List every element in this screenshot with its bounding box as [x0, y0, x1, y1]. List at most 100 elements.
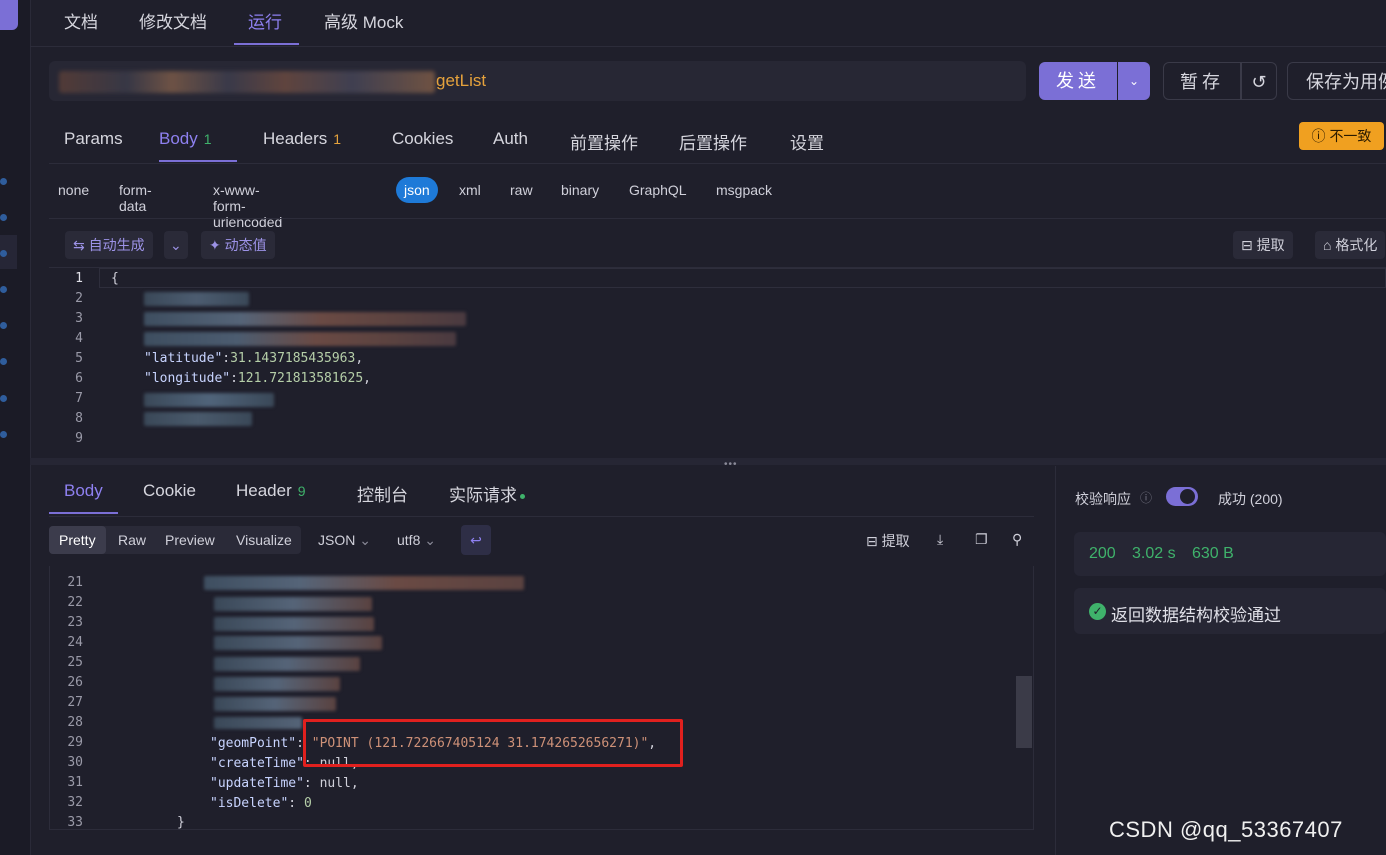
sidebar-dot-icon[interactable]	[0, 214, 7, 221]
copy-icon[interactable]: ❐	[975, 531, 988, 548]
zero-value: 0	[303, 796, 312, 811]
tab-params[interactable]: Params	[64, 129, 123, 149]
wrap-icon: ↩	[470, 532, 482, 548]
sidebar-dot-icon[interactable]	[0, 358, 7, 365]
resp-tab-cookie[interactable]: Cookie	[143, 481, 196, 501]
line-number: 6	[75, 371, 83, 386]
sidebar-dot-icon[interactable]	[0, 395, 7, 402]
encoding-select[interactable]: utf8 ⌄	[397, 532, 436, 549]
body-type-raw[interactable]: raw	[510, 182, 533, 198]
body-type-xml[interactable]: xml	[459, 182, 481, 198]
tab-run[interactable]: 运行	[248, 8, 282, 33]
tab-cookies[interactable]: Cookies	[392, 129, 453, 149]
line-number: 5	[75, 351, 83, 366]
tab-auth[interactable]: Auth	[493, 129, 528, 149]
validation-message: 返回数据结构校验通过	[1111, 606, 1281, 625]
reset-button[interactable]: ↺	[1241, 62, 1277, 100]
help-icon[interactable]: ⓘ	[1140, 489, 1152, 506]
response-extract-button[interactable]: ⊟ 提取	[866, 531, 910, 551]
latitude-value: 31.1437185435963	[230, 351, 356, 366]
body-type-form-data[interactable]: form-data	[119, 182, 152, 214]
auto-generate-label: 自动生成	[88, 237, 145, 253]
tab-edit-docs[interactable]: 修改文档	[139, 8, 207, 33]
word-wrap-button[interactable]: ↩	[461, 525, 491, 555]
format-button[interactable]: ⌂ 格式化	[1315, 231, 1386, 259]
line-number: 29	[67, 735, 83, 750]
watermark: CSDN @qq_53367407	[1109, 817, 1343, 842]
auto-generate-button[interactable]: ⇆ 自动生成	[65, 231, 153, 259]
view-preview[interactable]: Preview	[155, 526, 225, 554]
url-input[interactable]: getList	[49, 61, 1026, 101]
request-tab-bar: Params Body 1 Headers 1 Cookies Auth 前置操作 …	[49, 118, 1386, 164]
current-line-highlight	[99, 268, 1386, 288]
response-scrollbar[interactable]	[1016, 676, 1032, 748]
sidebar-dot-icon[interactable]	[0, 322, 7, 329]
magic-wand-icon: ✦	[209, 237, 225, 253]
line-number: 3	[75, 311, 83, 326]
line-number: 7	[75, 391, 83, 406]
tab-docs[interactable]: 文档	[64, 8, 98, 33]
tab-advanced-mock[interactable]: 高级 Mock	[324, 8, 403, 33]
body-count-badge: 1	[203, 131, 212, 147]
encoding-label: utf8	[397, 532, 421, 548]
latitude-key: "latitude"	[144, 351, 223, 366]
headers-count-badge: 1	[333, 131, 342, 147]
redacted-code	[214, 636, 382, 650]
code-latitude-line: "latitude":31.1437185435963,	[144, 351, 364, 366]
language-label: JSON	[318, 532, 356, 548]
sidebar-toggle-button[interactable]	[0, 0, 18, 30]
language-select[interactable]: JSON ⌄	[318, 532, 371, 549]
save-as-case-button[interactable]: 保存为用例	[1287, 62, 1386, 100]
sidebar-dot-icon[interactable]	[0, 286, 7, 293]
view-pretty[interactable]: Pretty	[49, 526, 106, 554]
line-number: 33	[67, 815, 83, 830]
redacted-code	[214, 597, 372, 611]
body-type-msgpack[interactable]: msgpack	[716, 182, 772, 198]
sidebar-dot-icon[interactable]	[0, 178, 7, 185]
response-tab-bar: Body Cookie Header 9 控制台 实际请求	[49, 468, 1034, 517]
extract-button[interactable]: ⊟ 提取	[1233, 231, 1293, 259]
search-icon[interactable]: ⚲	[1012, 531, 1022, 548]
redacted-code	[214, 677, 340, 691]
tab-headers[interactable]: Headers 1	[263, 129, 341, 149]
tab-settings[interactable]: 设置	[790, 129, 824, 154]
body-type-binary[interactable]: binary	[561, 182, 599, 198]
resp-tab-actual-request[interactable]: 实际请求	[449, 481, 525, 506]
save-temp-button[interactable]: 暂存	[1163, 62, 1241, 100]
download-icon[interactable]: ⤓	[937, 531, 943, 548]
tab-post-processors[interactable]: 后置操作	[679, 129, 747, 154]
sidebar-dot-icon[interactable]	[0, 250, 7, 257]
body-type-none[interactable]: none	[58, 182, 89, 198]
code-longitude-line: "longitude":121.721813581625,	[144, 371, 371, 386]
sidebar-dot-icon[interactable]	[0, 431, 7, 438]
resp-tab-body[interactable]: Body	[64, 481, 103, 501]
code-close-brace: }	[177, 815, 185, 830]
mismatch-badge[interactable]: ⓘ 不一致	[1299, 122, 1384, 150]
tab-body[interactable]: Body 1	[159, 129, 212, 149]
code-update-line: "updateTime": null,	[210, 776, 359, 791]
request-tab-indicator	[159, 160, 237, 162]
response-tab-indicator	[49, 512, 118, 514]
extract-icon: ⊟	[866, 533, 882, 549]
warning-circle-icon: ⓘ	[1311, 128, 1330, 144]
send-dropdown-button[interactable]: ⌄	[1118, 62, 1150, 100]
check-circle-icon: ✓	[1089, 603, 1106, 620]
tab-pre-processors[interactable]: 前置操作	[570, 129, 638, 154]
panel-splitter[interactable]	[30, 458, 1386, 465]
dynamic-value-button[interactable]: ✦ 动态值	[201, 231, 275, 259]
redacted-code	[144, 312, 466, 326]
tab-body-label: Body	[159, 129, 198, 148]
redacted-code	[214, 697, 336, 711]
body-type-graphql[interactable]: GraphQL	[629, 182, 687, 198]
resp-tab-console[interactable]: 控制台	[357, 481, 408, 506]
tab-headers-label: Headers	[263, 129, 328, 148]
dynamic-value-label: 动态值	[224, 237, 267, 253]
code-delete-line: "isDelete": 0	[210, 796, 312, 811]
auto-generate-dropdown[interactable]: ⌄	[164, 231, 188, 259]
view-raw[interactable]: Raw	[108, 526, 156, 554]
send-button[interactable]: 发送	[1039, 62, 1117, 100]
view-visualize[interactable]: Visualize	[226, 526, 302, 554]
body-type-json[interactable]: json	[396, 177, 438, 203]
resp-tab-header[interactable]: Header 9	[236, 481, 306, 501]
line-number: 2	[75, 291, 83, 306]
